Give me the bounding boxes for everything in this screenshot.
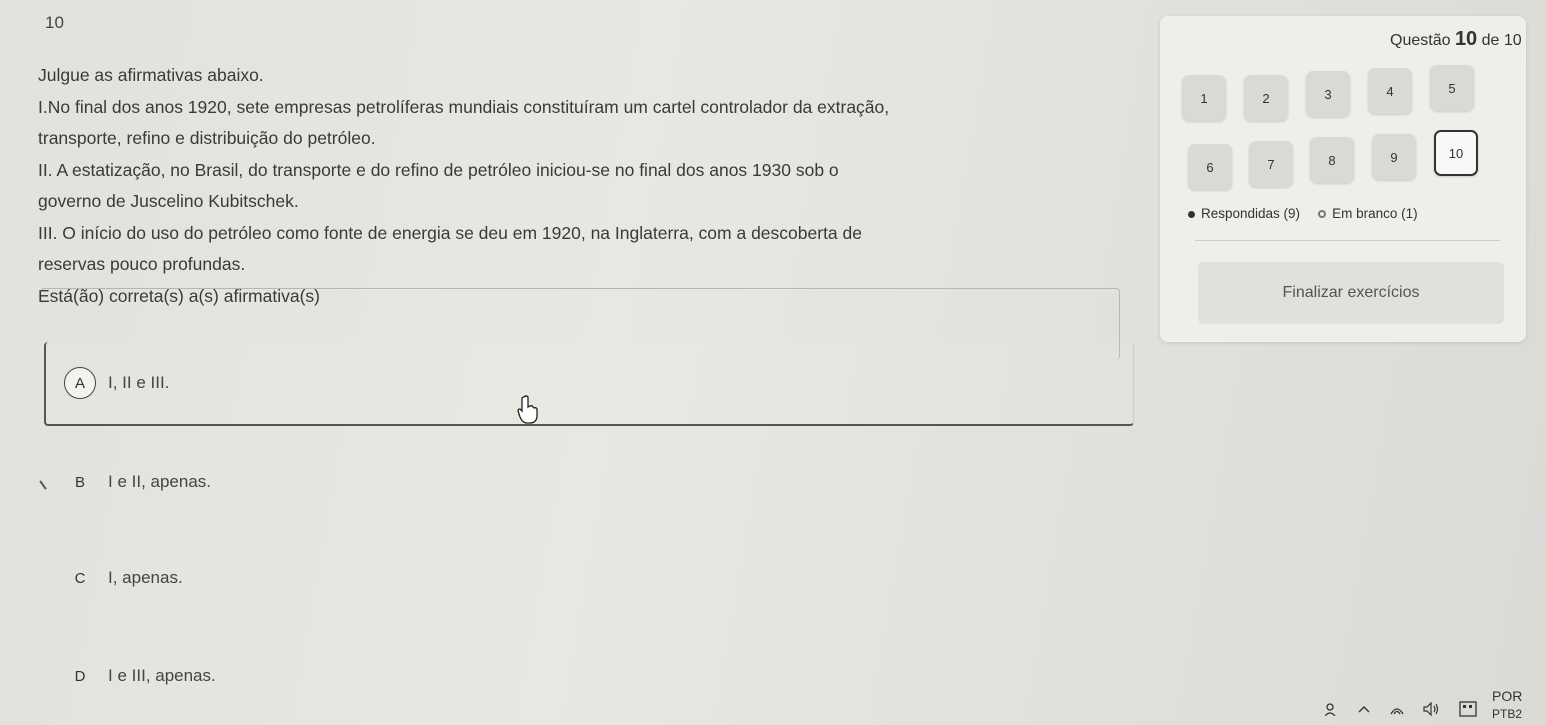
- question-button-4[interactable]: 4: [1368, 68, 1412, 114]
- language-indicator[interactable]: POR PTB2: [1492, 687, 1522, 723]
- question-number: 10: [45, 13, 64, 32]
- legend-blank: Em branco (1): [1318, 206, 1418, 221]
- question-line: governo de Juscelino Kubitschek.: [38, 191, 299, 211]
- navigation-panel: Questão 10 de 10 1 2 3 4 5 6 7 8 9 10 Re…: [1160, 16, 1526, 342]
- option-b[interactable]: B I e II, apenas.: [44, 440, 1134, 524]
- question-button-2[interactable]: 2: [1244, 75, 1288, 121]
- legend-blank-label: Em branco (1): [1332, 206, 1418, 221]
- filled-dot-icon: [1188, 210, 1195, 218]
- option-text: I e II, apenas.: [108, 472, 212, 491]
- hand-cursor-icon: [517, 395, 538, 424]
- question-button-3[interactable]: 3: [1306, 71, 1350, 117]
- language-label: POR: [1492, 688, 1523, 704]
- option-a[interactable]: A I, II e III.: [44, 342, 1134, 426]
- legend-answered: Respondidas (9): [1188, 206, 1300, 221]
- panel-title-current: 10: [1454, 28, 1478, 50]
- question-line: transporte, refino e distribuição do pet…: [38, 128, 376, 148]
- option-letter: C: [74, 569, 86, 587]
- option-text: I, apenas.: [108, 568, 183, 587]
- finish-exercises-button[interactable]: Finalizar exercícios: [1198, 262, 1504, 324]
- option-letter: B: [74, 473, 85, 491]
- question-line: reservas pouco profundas.: [38, 254, 246, 274]
- option-letter: D: [74, 667, 86, 685]
- speaker-icon[interactable]: [1423, 702, 1441, 716]
- option-text: I, II e III.: [108, 373, 170, 392]
- question-line: Julgue as afirmativas abaixo.: [38, 65, 264, 85]
- question-button-7[interactable]: 7: [1249, 141, 1293, 187]
- question-button-6[interactable]: 6: [1188, 144, 1232, 190]
- option-c[interactable]: C I, apenas.: [44, 536, 1134, 620]
- question-button-9[interactable]: 9: [1372, 134, 1416, 180]
- question-button-10[interactable]: 10: [1434, 130, 1478, 176]
- people-icon[interactable]: [1325, 702, 1339, 716]
- empty-dot-icon: [1318, 210, 1327, 219]
- option-letter: A: [64, 367, 96, 399]
- chevron-up-icon[interactable]: [1357, 704, 1371, 714]
- question-line: I.No final dos anos 1920, sete empresas …: [38, 96, 890, 117]
- question-button-5[interactable]: 5: [1430, 65, 1474, 111]
- panel-divider: [1195, 240, 1500, 241]
- question-button-8[interactable]: 8: [1310, 137, 1354, 183]
- wifi-icon[interactable]: [1389, 702, 1405, 716]
- keyboard-icon[interactable]: [1459, 701, 1477, 717]
- system-tray: [1325, 701, 1477, 717]
- taskbar: POR PTB2: [0, 688, 1546, 725]
- panel-title: Questão 10 de 10: [1390, 28, 1522, 51]
- panel-title-suffix: de 10: [1481, 32, 1522, 49]
- option-text: I e III, apenas.: [108, 666, 216, 685]
- legend-answered-label: Respondidas (9): [1201, 206, 1301, 221]
- keyboard-layout-label: PTB2: [1492, 707, 1523, 721]
- question-button-1[interactable]: 1: [1182, 75, 1226, 121]
- question-line: II. A estatização, no Brasil, do transpo…: [38, 159, 839, 180]
- question-text: Julgue as afirmativas abaixo. I.No final…: [38, 60, 1138, 312]
- panel-title-prefix: Questão: [1390, 32, 1451, 49]
- legend: Respondidas (9) Em branco (1): [1188, 206, 1418, 221]
- question-line: III. O início do uso do petróleo como fo…: [38, 222, 862, 243]
